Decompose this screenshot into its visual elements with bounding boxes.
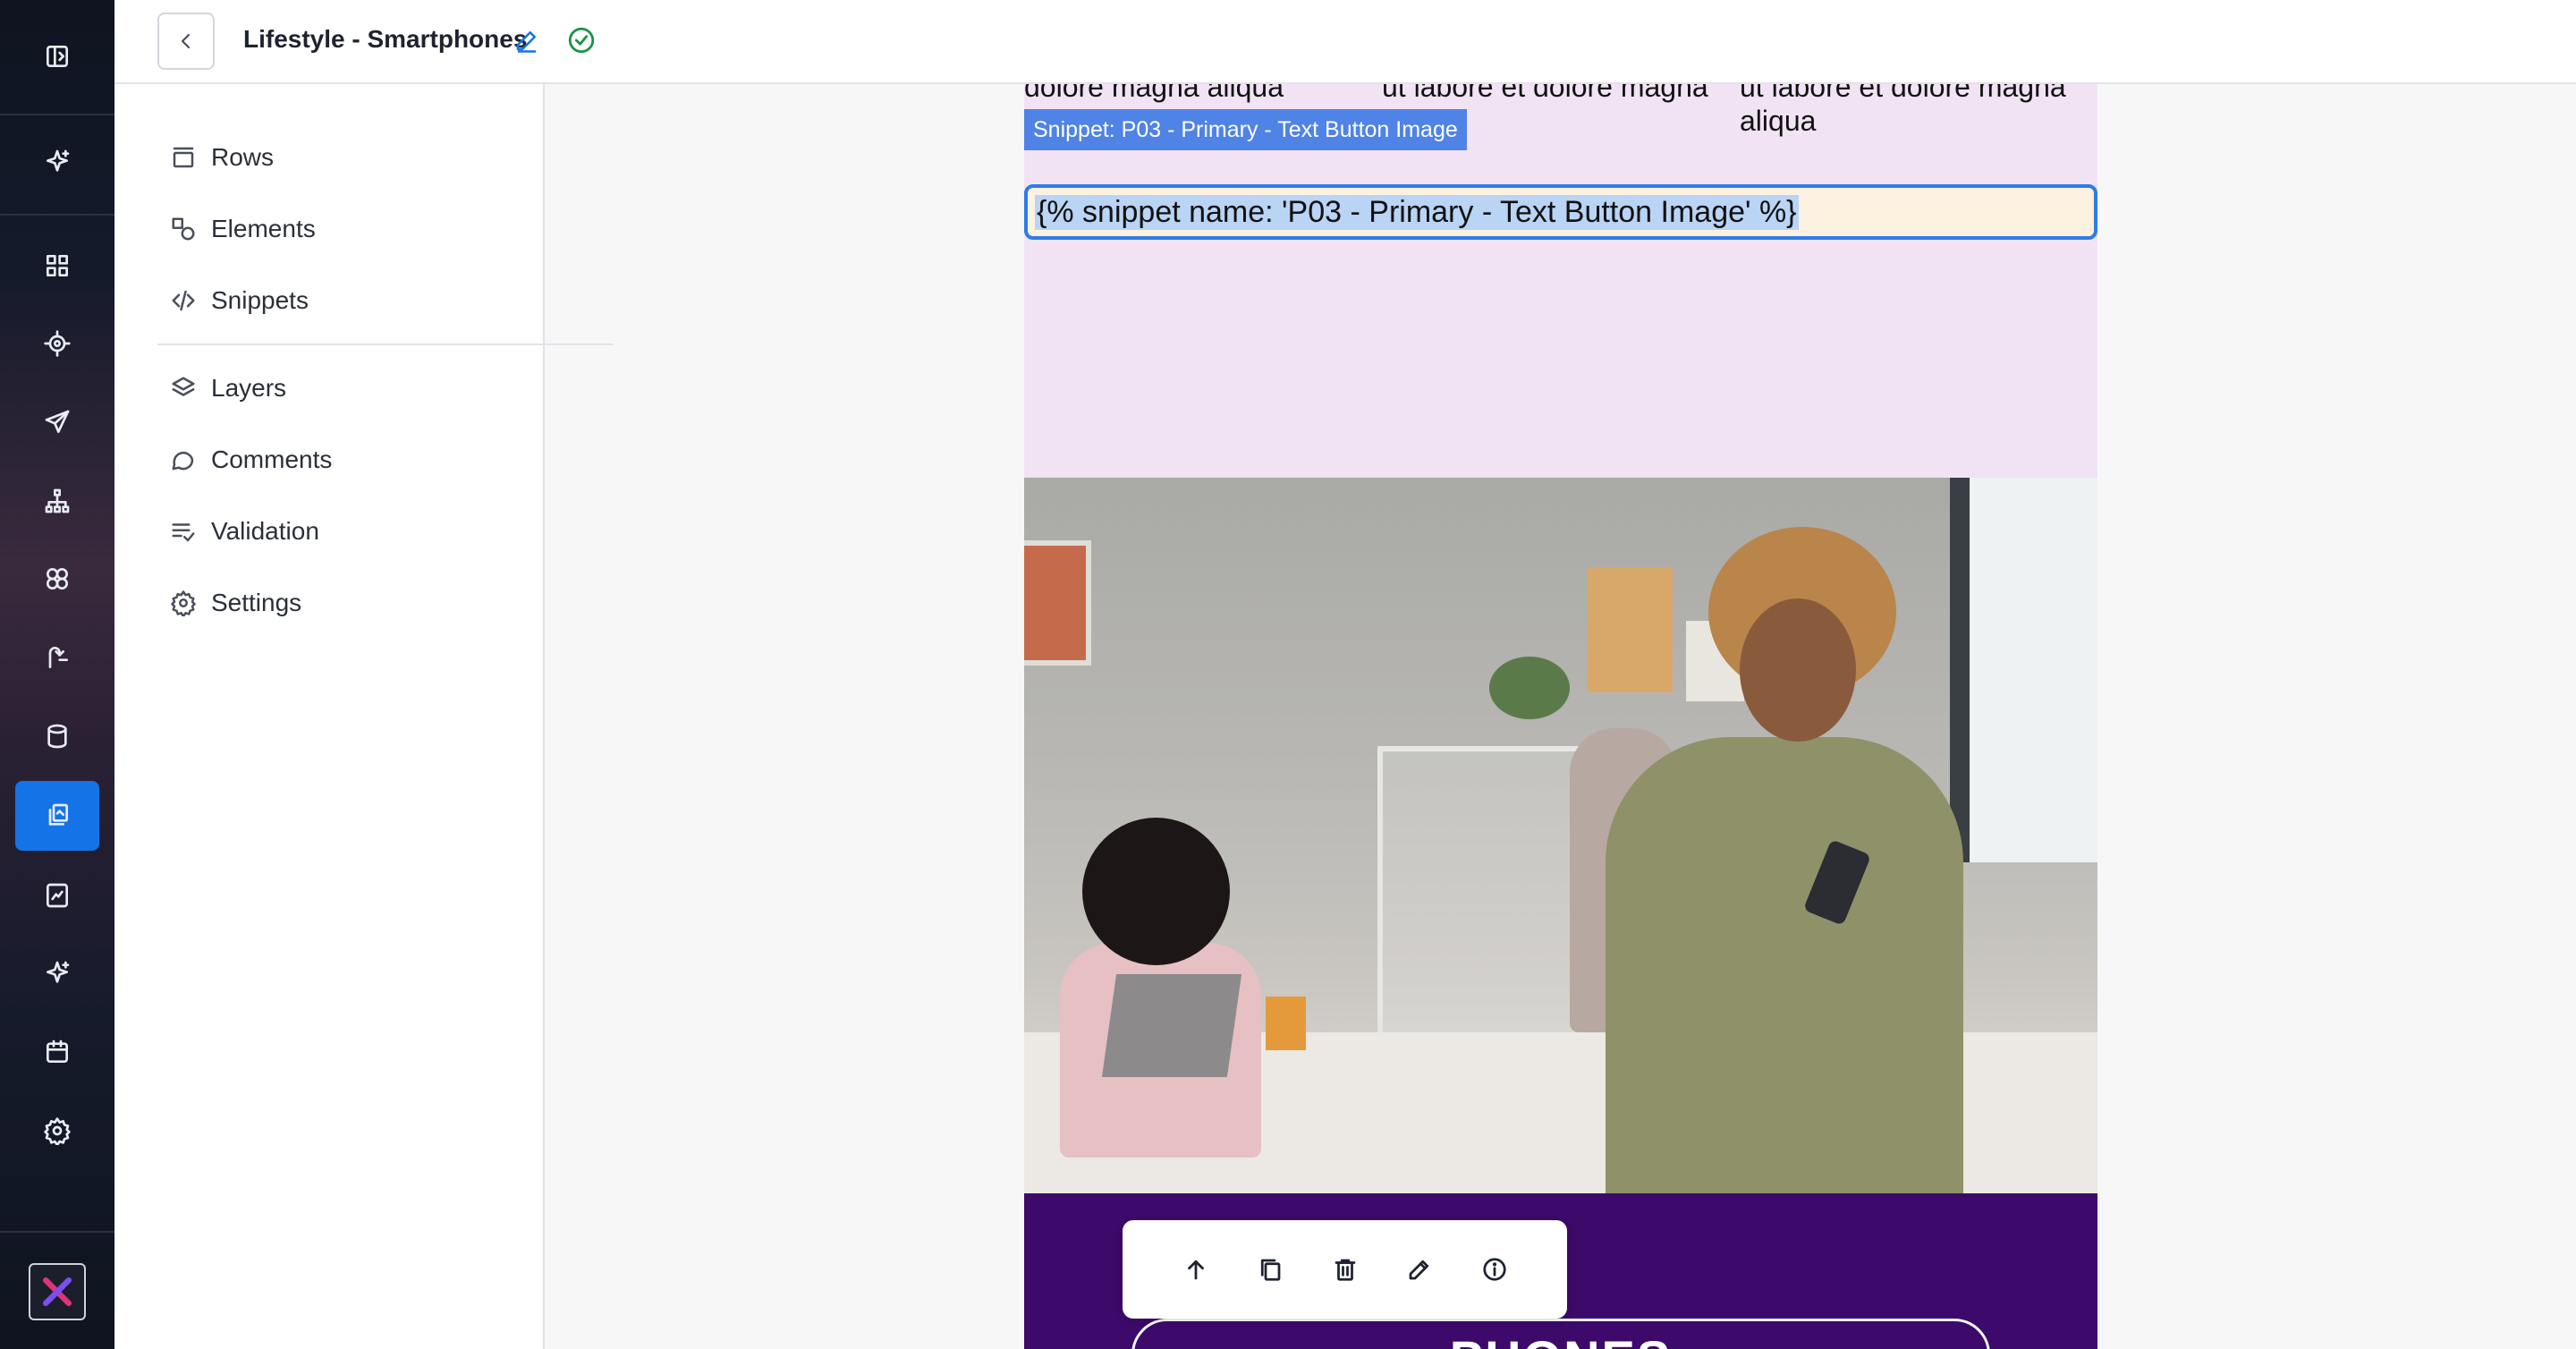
calendar-icon[interactable] (15, 1017, 99, 1087)
trash-icon (1332, 1256, 1359, 1283)
snippet-code-text[interactable]: {% snippet name: 'P03 - Primary - Text B… (1035, 194, 1799, 230)
rail-divider (0, 114, 114, 115)
elements-icon (170, 216, 197, 242)
column-text-1[interactable]: dolore magna aliqua (1024, 84, 1346, 104)
hero-woman-face (1740, 598, 1856, 742)
hero-wall-frame (1024, 540, 1091, 666)
menu-item-snippets[interactable]: Snippets (170, 276, 309, 326)
cta-button-label: PHONES (1024, 1329, 2097, 1349)
journey-icon[interactable] (15, 623, 99, 692)
info-icon (1481, 1256, 1508, 1283)
menu-item-elements[interactable]: Elements (170, 204, 316, 254)
gear-icon (170, 590, 197, 616)
hero-cork-board (1588, 567, 1673, 692)
sparkle-icon[interactable] (15, 938, 99, 1008)
target-icon[interactable] (15, 309, 99, 378)
column-text-3[interactable]: ut labore et dolore magna aliqua (1740, 84, 2097, 138)
hero-laptop (1101, 974, 1242, 1077)
delete-button[interactable] (1320, 1244, 1370, 1294)
components-icon[interactable] (15, 544, 99, 614)
duplicate-button[interactable] (1245, 1244, 1295, 1294)
rows-icon (170, 144, 197, 171)
edit-button[interactable] (1394, 1244, 1445, 1294)
email-section-top[interactable]: dolore magna aliqua ut labore et dolore … (1024, 84, 2097, 478)
copy-icon (1257, 1256, 1284, 1283)
hero-coffee-cup (1266, 997, 1306, 1050)
menu-item-layers[interactable]: Layers (170, 363, 286, 413)
move-up-button[interactable] (1171, 1244, 1221, 1294)
editor-side-panel: Rows Elements Snippets Layers Comments V… (114, 84, 614, 1349)
menu-item-label: Layers (211, 374, 287, 402)
email-canvas[interactable]: dolore magna aliqua ut labore et dolore … (1024, 84, 2097, 1349)
menu-item-label: Validation (211, 517, 319, 545)
brand-logo-icon[interactable] (29, 1263, 86, 1320)
menu-item-label: Comments (211, 445, 333, 473)
info-button[interactable] (1470, 1244, 1520, 1294)
saved-check-icon (566, 25, 597, 55)
hero-window (1950, 478, 2097, 862)
validation-icon (170, 518, 197, 545)
hero-seated-person-head (1082, 818, 1230, 965)
menu-divider (157, 344, 614, 345)
send-icon[interactable] (15, 387, 99, 457)
snippet-label-tag[interactable]: Snippet: P03 - Primary - Text Button Ima… (1024, 109, 1467, 150)
ai-sparkle-icon[interactable] (15, 127, 99, 197)
content-icon[interactable] (15, 781, 99, 851)
chevron-left-icon (175, 30, 197, 52)
rail-divider (0, 214, 114, 216)
menu-item-label: Settings (211, 589, 302, 616)
code-icon (170, 287, 197, 314)
menu-item-label: Snippets (211, 286, 309, 314)
page-title: Lifestyle - Smartphones (243, 25, 528, 53)
sidebar-toggle-icon[interactable] (15, 21, 99, 91)
top-bar: Lifestyle - Smartphones (114, 0, 2576, 84)
settings-gear-icon[interactable] (15, 1096, 99, 1166)
pencil-icon (1406, 1256, 1433, 1283)
dashboard-grid-icon[interactable] (15, 231, 99, 301)
hero-image[interactable] (1024, 478, 2097, 1193)
arrow-up-icon (1182, 1256, 1209, 1283)
app-rail (0, 0, 114, 1349)
back-button[interactable] (157, 13, 215, 70)
database-icon[interactable] (15, 701, 99, 771)
menu-item-rows[interactable]: Rows (170, 132, 274, 182)
menu-item-comments[interactable]: Comments (170, 435, 332, 485)
hero-woman-body (1606, 737, 1963, 1193)
snippet-code-block[interactable]: {% snippet name: 'P03 - Primary - Text B… (1024, 184, 2097, 240)
reports-icon[interactable] (15, 861, 99, 930)
menu-item-validation[interactable]: Validation (170, 506, 319, 556)
menu-item-label: Elements (211, 215, 316, 242)
menu-item-settings[interactable]: Settings (170, 578, 301, 628)
hierarchy-icon[interactable] (15, 466, 99, 536)
rail-divider (0, 1231, 114, 1233)
row-action-toolbar (1123, 1220, 1567, 1319)
hero-plant (1489, 657, 1570, 719)
layers-icon (170, 375, 197, 402)
comment-icon (170, 446, 197, 473)
pencil-edit-icon[interactable] (513, 27, 540, 54)
menu-item-label: Rows (211, 143, 275, 171)
